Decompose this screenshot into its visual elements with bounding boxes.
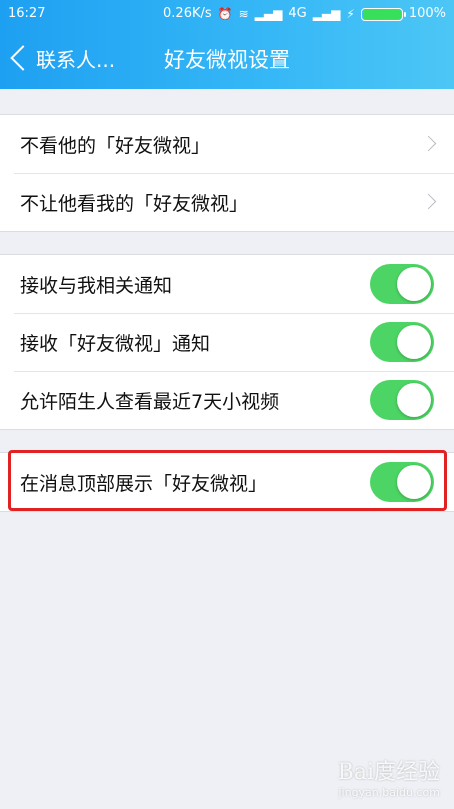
chevron-right-icon: [420, 135, 437, 152]
row-label: 允许陌生人查看最近7天小视频: [20, 390, 280, 413]
row-label: 接收与我相关通知: [20, 274, 173, 297]
list-item-hide-his[interactable]: 不看他的「好友微视」: [0, 115, 454, 173]
toggle-show-top[interactable]: [370, 462, 434, 502]
toggle-related-notify[interactable]: [370, 264, 434, 304]
header: 16:27 0.26K/s ⏰ ≋ ▂▄▆ 4G ▂▄▆ ⚡ 100% 联系人.…: [0, 0, 454, 89]
watermark-url: jingyan.baidu.com: [338, 786, 440, 799]
list-item-weishi-notify: 接收「好友微视」通知: [0, 313, 454, 371]
network-speed: 0.26K/s: [163, 6, 212, 21]
row-label: 不让他看我的「好友微视」: [20, 192, 249, 215]
display-group: 在消息顶部展示「好友微视」: [0, 452, 454, 512]
list-item-hide-mine[interactable]: 不让他看我的「好友微视」: [0, 173, 454, 231]
navbar: 联系人... 好友微视设置: [0, 28, 454, 89]
page-title-text: 好友微视设置: [164, 48, 290, 72]
row-label: 接收「好友微视」通知: [20, 332, 211, 355]
network-type: 4G: [288, 6, 307, 21]
page-title: 好友微视设置: [0, 44, 454, 74]
signal-icon-2: ▂▄▆: [312, 7, 341, 21]
wifi-icon: ≋: [238, 7, 249, 21]
signal-icon: ▂▄▆: [254, 7, 283, 21]
row-label: 在消息顶部展示「好友微视」: [20, 472, 268, 495]
list-item-stranger-view: 允许陌生人查看最近7天小视频: [0, 371, 454, 429]
toggle-weishi-notify[interactable]: [370, 322, 434, 362]
watermark: Bai度经验 jingyan.baidu.com: [338, 754, 440, 799]
charging-icon: ⚡: [346, 7, 355, 21]
alarm-icon: ⏰: [217, 7, 233, 21]
battery-icon: [360, 7, 406, 21]
status-icons: 0.26K/s ⏰ ≋ ▂▄▆ 4G ▂▄▆ ⚡ 100%: [163, 0, 446, 28]
battery-percent: 100%: [408, 6, 446, 21]
row-label: 不看他的「好友微视」: [20, 134, 211, 157]
watermark-logo: Bai度经验: [337, 760, 440, 785]
chevron-right-icon: [420, 193, 437, 210]
status-bar: 16:27 0.26K/s ⏰ ≋ ▂▄▆ 4G ▂▄▆ ⚡ 100%: [0, 0, 454, 28]
notification-group: 接收与我相关通知 接收「好友微视」通知 允许陌生人查看最近7天小视频: [0, 254, 454, 430]
toggle-stranger-view[interactable]: [370, 380, 434, 420]
privacy-group: 不看他的「好友微视」 不让他看我的「好友微视」: [0, 114, 454, 232]
status-time: 16:27: [8, 6, 46, 21]
list-item-show-top: 在消息顶部展示「好友微视」: [0, 453, 454, 511]
list-item-related-notify: 接收与我相关通知: [0, 255, 454, 313]
